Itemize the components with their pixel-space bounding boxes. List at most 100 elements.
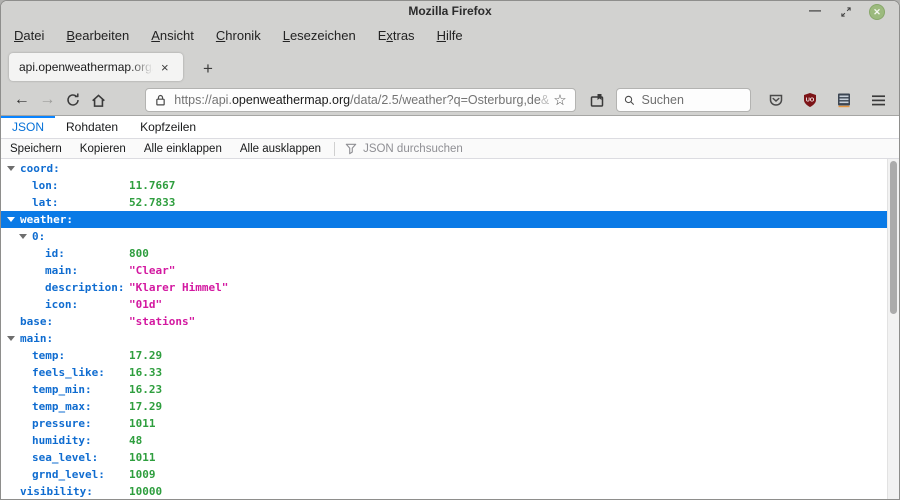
- home-button[interactable]: [86, 88, 112, 112]
- extension-list-icon[interactable]: [831, 88, 857, 112]
- json-viewer-toolbar: SpeichernKopierenAlle einklappenAlle aus…: [1, 139, 899, 159]
- search-input[interactable]: [642, 93, 744, 107]
- menu-item-extras[interactable]: Extras: [367, 26, 426, 45]
- tab-bar: api.openweathermap.org/data/ × +: [1, 47, 899, 85]
- viewer-tab-kopfzeilen[interactable]: Kopfzeilen: [129, 116, 207, 138]
- expand-triangle-icon[interactable]: [7, 166, 15, 171]
- json-viewer-tabs: JSONRohdatenKopfzeilen: [1, 116, 899, 139]
- json-key: temp:: [32, 349, 65, 362]
- json-tree: coord:lon:11.7667lat:52.7833weather:0:id…: [1, 159, 887, 499]
- expand-triangle-icon[interactable]: [19, 234, 27, 239]
- close-button[interactable]: ✕: [869, 4, 885, 20]
- json-row-pressure[interactable]: pressure: 1011: [1, 415, 887, 432]
- json-key: description:: [45, 281, 124, 294]
- json-row-main[interactable]: main:: [1, 330, 887, 347]
- toolbar-button-speichern[interactable]: Speichern: [1, 139, 71, 158]
- json-key: feels_like:: [32, 366, 105, 379]
- json-row-temp_min[interactable]: temp_min:16.23: [1, 381, 887, 398]
- json-value: 1009: [129, 468, 156, 481]
- json-key: grnd_level:: [32, 468, 105, 481]
- json-value: "Clear": [129, 264, 175, 277]
- json-row-humidity[interactable]: humidity:48: [1, 432, 887, 449]
- json-key: temp_max:: [32, 400, 92, 413]
- json-row-grnd_level[interactable]: grnd_level: 1009: [1, 466, 887, 483]
- search-icon: [624, 94, 635, 107]
- json-row-main[interactable]: main:"Clear": [1, 262, 887, 279]
- json-value: "01d": [129, 298, 162, 311]
- json-key: sea_level:: [32, 451, 98, 464]
- json-row-icon[interactable]: icon: "01d": [1, 296, 887, 313]
- toolbar-button-alle-einklappen[interactable]: Alle einklappen: [135, 139, 231, 158]
- json-row-temp_max[interactable]: temp_max:17.29: [1, 398, 887, 415]
- json-value: "stations": [129, 315, 195, 328]
- filter-funnel-icon: [345, 143, 357, 155]
- json-key: visibility:: [20, 485, 93, 498]
- json-key: pressure:: [32, 417, 92, 430]
- json-value: 17.29: [129, 349, 162, 362]
- toolbar-separator: [334, 142, 335, 156]
- json-row-base[interactable]: base:"stations": [1, 313, 887, 330]
- json-row-coord[interactable]: coord:: [1, 160, 887, 177]
- json-row-description[interactable]: description: "Klarer Himmel": [1, 279, 887, 296]
- json-key: icon:: [45, 298, 78, 311]
- search-bar[interactable]: [616, 88, 751, 112]
- json-value: 1011: [129, 451, 156, 464]
- back-button[interactable]: ←: [9, 88, 35, 112]
- forward-button[interactable]: →: [35, 88, 61, 112]
- viewer-tab-json[interactable]: JSON: [1, 116, 55, 138]
- json-row-lon[interactable]: lon: 11.7667: [1, 177, 887, 194]
- window-controls: — ✕: [807, 1, 885, 23]
- json-key: 0:: [32, 230, 45, 243]
- minimize-button[interactable]: —: [807, 4, 823, 20]
- viewer-tab-rohdaten[interactable]: Rohdaten: [55, 116, 129, 138]
- hamburger-menu-icon[interactable]: [865, 88, 891, 112]
- menu-item-lesezeichen[interactable]: Lesezeichen: [272, 26, 367, 45]
- menu-item-chronik[interactable]: Chronik: [205, 26, 272, 45]
- json-value: 16.33: [129, 366, 162, 379]
- expand-triangle-icon[interactable]: [7, 336, 15, 341]
- menu-item-hilfe[interactable]: Hilfe: [426, 26, 474, 45]
- svg-text:UO: UO: [806, 98, 815, 104]
- json-value: 52.7833: [129, 196, 175, 209]
- tab-title: api.openweathermap.org/data/: [19, 60, 153, 74]
- menu-item-datei[interactable]: Datei: [3, 26, 55, 45]
- ublock-origin-icon[interactable]: UO: [797, 88, 823, 112]
- scrollbar-thumb[interactable]: [890, 161, 897, 314]
- json-value: 1011: [129, 417, 156, 430]
- json-key: main:: [20, 332, 53, 345]
- json-row-visibility[interactable]: visibility:10000: [1, 483, 887, 499]
- pocket-icon[interactable]: [763, 88, 789, 112]
- json-row-sea_level[interactable]: sea_level: 1011: [1, 449, 887, 466]
- titlebar: Mozilla Firefox — ✕: [1, 1, 899, 23]
- toolbar-button-kopieren[interactable]: Kopieren: [71, 139, 135, 158]
- bookmark-star-icon[interactable]: ☆: [553, 91, 566, 109]
- json-row-weather[interactable]: weather:: [1, 211, 887, 228]
- menu-item-bearbeiten[interactable]: Bearbeiten: [55, 26, 140, 45]
- json-row-feels_like[interactable]: feels_like: 16.33: [1, 364, 887, 381]
- json-content: coord:lon:11.7667lat:52.7833weather:0:id…: [1, 159, 899, 499]
- json-value: "Klarer Himmel": [129, 281, 228, 294]
- json-key: lon:: [32, 179, 59, 192]
- json-row-0[interactable]: 0:: [1, 228, 887, 245]
- json-value: 16.23: [129, 383, 162, 396]
- json-value: 11.7667: [129, 179, 175, 192]
- json-row-id[interactable]: id:800: [1, 245, 887, 262]
- url-text: https://api.openweathermap.org/data/2.5/…: [174, 93, 549, 107]
- url-bar[interactable]: https://api.openweathermap.org/data/2.5/…: [145, 88, 575, 112]
- json-key: lat:: [32, 196, 59, 209]
- json-row-temp[interactable]: temp: 17.29: [1, 347, 887, 364]
- json-filter-input[interactable]: JSON durchsuchen: [339, 139, 899, 158]
- navigation-toolbar: ← → https://api.openweathermap.org/data/…: [1, 85, 899, 116]
- menu-item-ansicht[interactable]: Ansicht: [140, 26, 205, 45]
- new-tab-button[interactable]: +: [197, 59, 219, 81]
- json-key: id:: [45, 247, 65, 260]
- json-row-lat[interactable]: lat: 52.7833: [1, 194, 887, 211]
- library-icon[interactable]: [585, 88, 609, 112]
- reload-button[interactable]: [60, 88, 86, 112]
- restore-button[interactable]: [838, 4, 854, 20]
- tab-close-icon[interactable]: ×: [157, 60, 173, 75]
- toolbar-button-alle-ausklappen[interactable]: Alle ausklappen: [231, 139, 330, 158]
- scrollbar[interactable]: [887, 159, 899, 499]
- browser-tab[interactable]: api.openweathermap.org/data/ ×: [9, 53, 183, 81]
- expand-triangle-icon[interactable]: [7, 217, 15, 222]
